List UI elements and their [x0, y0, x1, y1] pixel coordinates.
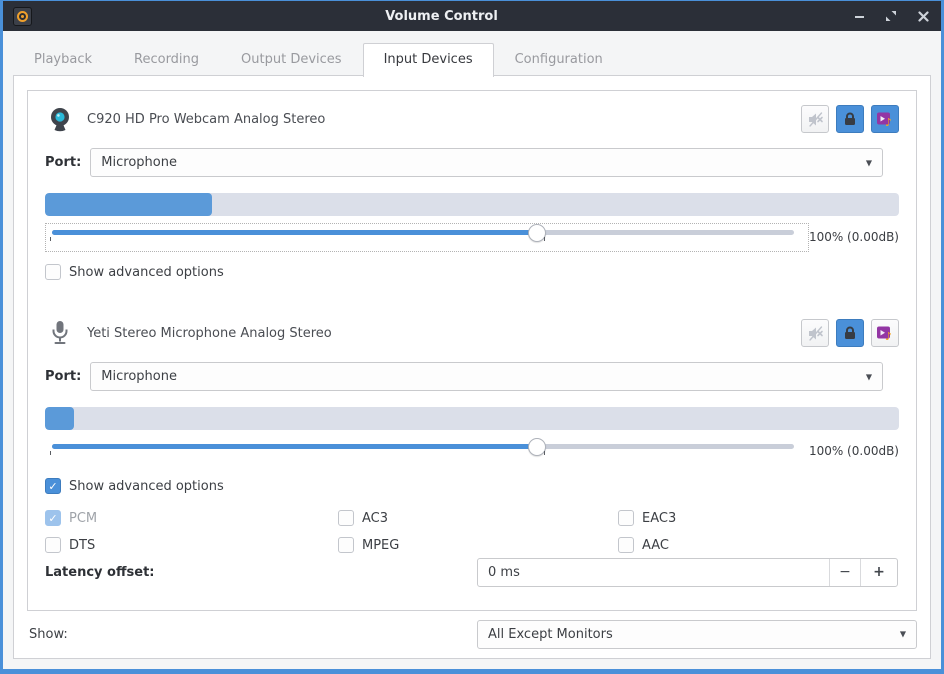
minimize-icon [854, 11, 865, 22]
slider-mark-100 [544, 237, 545, 241]
advanced-options-row: ✓ Show advanced options [45, 477, 899, 495]
slider-mark-100 [544, 451, 545, 455]
webcam-icon [45, 106, 75, 133]
port-value: Microphone [101, 369, 177, 384]
tab-input-devices[interactable]: Input Devices [363, 43, 494, 77]
codec-eac3: EAC3 [618, 509, 899, 527]
codec-dts: DTS [45, 536, 338, 554]
peak-meter-fill [45, 407, 74, 430]
advanced-options-label: Show advanced options [69, 479, 224, 494]
set-fallback-button[interactable]: ♪ [871, 105, 899, 133]
unmaximize-icon [885, 10, 897, 22]
chevron-down-icon: ▼ [866, 158, 872, 167]
volume-slider[interactable] [45, 223, 809, 252]
microphone-icon [45, 320, 75, 346]
volume-value: 100% (0.00dB) [809, 437, 899, 458]
device-c920-webcam: C920 HD Pro Webcam Analog Stereo [45, 104, 899, 281]
device-name: C920 HD Pro Webcam Analog Stereo [87, 112, 801, 127]
codec-ac3-checkbox[interactable] [338, 510, 354, 526]
tab-playback[interactable]: Playback [13, 43, 113, 76]
unmaximize-button[interactable] [883, 8, 899, 24]
lock-icon [842, 325, 858, 341]
show-label: Show: [29, 627, 68, 642]
lock-channels-button[interactable] [836, 105, 864, 133]
mute-button[interactable] [801, 319, 829, 347]
chevron-down-icon: ▼ [866, 372, 872, 381]
mute-button[interactable] [801, 105, 829, 133]
muted-speaker-icon [807, 111, 824, 128]
spin-minus-button[interactable]: − [829, 559, 860, 586]
advanced-options-checkbox[interactable] [45, 264, 61, 280]
show-filter-row: Show: All Except Monitors ▼ [29, 619, 917, 649]
lock-channels-button[interactable] [836, 319, 864, 347]
codec-pcm-checkbox[interactable]: ✓ [45, 510, 61, 526]
input-devices-page: C920 HD Pro Webcam Analog Stereo [13, 75, 931, 659]
device-yeti-mic: Yeti Stereo Microphone Analog Stereo [45, 318, 899, 587]
codec-ac3: AC3 [338, 509, 618, 527]
slider-mark-base [50, 451, 51, 455]
tab-configuration[interactable]: Configuration [494, 43, 624, 76]
peak-meter-fill [45, 193, 212, 216]
fallback-media-icon: ♪ [876, 110, 894, 128]
peak-meter [45, 407, 899, 430]
chevron-down-icon: ▼ [900, 630, 906, 639]
codec-aac-checkbox[interactable] [618, 537, 634, 553]
latency-offset-row: Latency offset: 0 ms − + [45, 557, 899, 587]
muted-speaker-icon [807, 325, 824, 342]
codec-aac: AAC [618, 536, 899, 554]
codec-eac3-checkbox[interactable] [618, 510, 634, 526]
tab-recording[interactable]: Recording [113, 43, 220, 76]
latency-offset-label: Latency offset: [45, 565, 154, 580]
advanced-options-checkbox[interactable]: ✓ [45, 478, 61, 494]
device-name: Yeti Stereo Microphone Analog Stereo [87, 326, 801, 341]
codec-mpeg: MPEG [338, 536, 618, 554]
port-label: Port: [45, 369, 81, 384]
advanced-options-row: Show advanced options [45, 263, 899, 281]
svg-text:♪: ♪ [885, 116, 892, 128]
tab-output-devices[interactable]: Output Devices [220, 43, 363, 76]
show-filter-value: All Except Monitors [488, 627, 613, 642]
device-list: C920 HD Pro Webcam Analog Stereo [27, 90, 917, 611]
slider-fill [52, 444, 537, 449]
close-button[interactable] [915, 8, 931, 24]
volume-value: 100% (0.00dB) [809, 223, 899, 244]
spin-plus-button[interactable]: + [860, 559, 897, 586]
port-select[interactable]: Microphone ▼ [90, 148, 883, 177]
svg-text:♪: ♪ [885, 330, 892, 342]
codec-dts-checkbox[interactable] [45, 537, 61, 553]
volume-slider[interactable] [45, 437, 809, 466]
codec-options: ✓ PCM AC3 EAC3 [45, 509, 899, 554]
latency-offset-spinbutton[interactable]: 0 ms − + [477, 558, 898, 587]
tab-bar: Playback Recording Output Devices Input … [13, 42, 931, 76]
close-icon [918, 11, 929, 22]
slider-mark-base [50, 237, 51, 241]
set-fallback-button[interactable]: ♪ [871, 319, 899, 347]
speaker-app-icon [13, 7, 32, 26]
codec-mpeg-checkbox[interactable] [338, 537, 354, 553]
minimize-button[interactable] [851, 8, 867, 24]
window-title: Volume Control [32, 9, 851, 24]
lock-icon [842, 111, 858, 127]
titlebar[interactable]: Volume Control [3, 1, 941, 31]
peak-meter [45, 193, 899, 216]
show-filter-select[interactable]: All Except Monitors ▼ [477, 620, 917, 649]
port-label: Port: [45, 155, 81, 170]
fallback-media-icon: ♪ [876, 324, 894, 342]
port-select[interactable]: Microphone ▼ [90, 362, 883, 391]
advanced-options-label: Show advanced options [69, 265, 224, 280]
port-value: Microphone [101, 155, 177, 170]
volume-control-window: Volume Control Playback Recording O [0, 0, 944, 674]
slider-fill [52, 230, 537, 235]
codec-pcm: ✓ PCM [45, 509, 338, 527]
latency-offset-value[interactable]: 0 ms [478, 559, 829, 586]
